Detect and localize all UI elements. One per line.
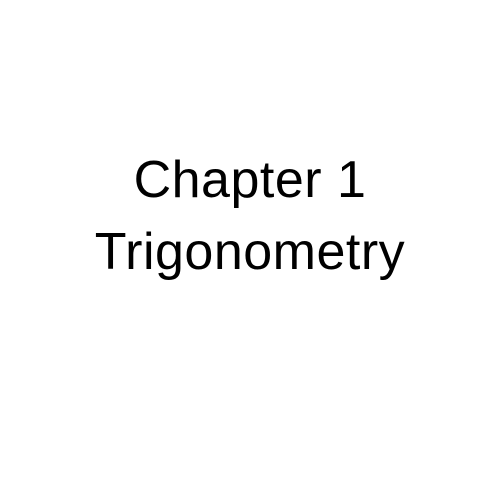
chapter-number: Chapter 1 <box>133 151 367 209</box>
chapter-heading: Chapter 1 Trigonometry <box>0 144 500 288</box>
chapter-title: Trigonometry <box>94 223 406 281</box>
title-slide: Chapter 1 Trigonometry <box>0 0 500 501</box>
